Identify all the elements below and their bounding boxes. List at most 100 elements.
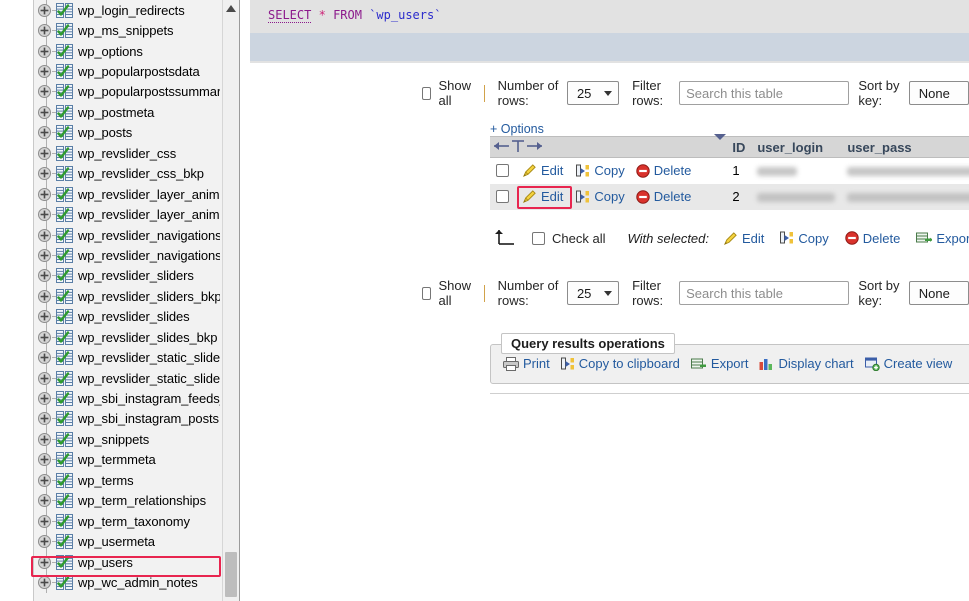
copy-label[interactable]: Copy [594,189,624,204]
expand-node-icon[interactable] [38,24,51,38]
sidebar-table-name-wrap[interactable]: wp_usermeta [78,534,155,549]
expand-node-icon[interactable] [38,248,51,262]
sidebar-table-item[interactable]: wp_revslider_sliders [34,265,220,287]
sidebar-table-name-wrap[interactable]: wp_term_relationships [78,493,206,508]
sidebar-table-name-wrap[interactable]: wp_revslider_css [78,146,176,161]
sidebar-table-item[interactable]: wp_revslider_navigations_ [34,245,220,267]
sidebar-table-item[interactable]: wp_revslider_layer_animat [34,204,220,226]
sidebar-table-item[interactable]: wp_revslider_css_bkp [34,163,220,185]
show-all-checkbox-top[interactable] [422,86,432,100]
sidebar-table-item[interactable]: wp_revslider_static_slides [34,367,220,389]
sidebar-table-name-wrap[interactable]: wp_postmeta [78,105,154,120]
sidebar-table-item[interactable]: wp_sbi_instagram_posts [34,408,220,430]
expand-node-icon[interactable] [38,187,51,201]
scroll-up-arrow-icon[interactable] [223,0,239,16]
expand-node-icon[interactable] [38,412,51,426]
sidebar-table-item[interactable]: wp_posts [34,122,220,144]
row-copy-action[interactable]: Copy [576,189,625,204]
create-view-action[interactable]: Create view [864,356,952,371]
delete-label[interactable]: Delete [654,189,692,204]
sidebar-table-item[interactable]: wp_users [34,551,220,573]
row-select-checkbox[interactable] [496,164,509,178]
sidebar-table-name-wrap[interactable]: wp_term_taxonomy [78,514,190,529]
with-selected-delete[interactable]: Delete [845,231,901,246]
column-header-id[interactable]: ID [726,136,752,158]
expand-node-icon[interactable] [38,228,51,242]
expand-node-icon[interactable] [38,494,51,508]
sidebar-table-name-wrap[interactable]: wp_users [78,555,133,570]
select-all-arrow-icon[interactable] [490,228,518,248]
expand-node-icon[interactable] [38,575,51,589]
expand-node-icon[interactable] [38,208,51,222]
copy-to-clipboard-action[interactable]: Copy to clipboard [560,356,680,371]
expand-node-icon[interactable] [38,146,51,160]
sidebar-table-item[interactable]: wp_terms [34,470,220,491]
options-toggle-link[interactable]: + Options [490,122,544,136]
expand-node-icon[interactable] [38,310,51,324]
copy-label[interactable]: Copy [594,163,624,178]
sidebar-table-name-wrap[interactable]: wp_revslider_layer_animat [78,207,220,222]
edit-label[interactable]: Edit [541,163,563,178]
sidebar-table-name-wrap[interactable]: wp_revslider_navigations [78,228,220,243]
expand-node-icon[interactable] [38,514,51,528]
sidebar-table-item[interactable]: wp_revslider_navigations [34,224,220,246]
sidebar-table-name-wrap[interactable]: wp_snippets [78,432,149,447]
expand-node-icon[interactable] [38,535,51,549]
expand-node-icon[interactable] [38,371,51,385]
with-selected-copy[interactable]: Copy [780,231,829,246]
sidebar-table-name-wrap[interactable]: wp_ms_snippets [78,23,174,38]
sidebar-table-name-wrap[interactable]: wp_options [78,44,143,59]
sidebar-table-item[interactable]: wp_revslider_slides_bkp [34,327,220,348]
expand-node-icon[interactable] [38,392,51,406]
sidebar-table-name-wrap[interactable]: wp_revslider_slides [78,309,190,324]
sidebar-table-item[interactable]: wp_termmeta [34,449,220,471]
sidebar-table-item[interactable]: wp_login_redirects [34,0,220,21]
with-selected-edit[interactable]: Edit [723,231,764,246]
sidebar-table-name-wrap[interactable]: wp_wc_admin_notes [78,575,198,590]
edit-label[interactable]: Edit [541,189,563,204]
row-edit-action-highlighted[interactable]: Edit [522,189,563,204]
sidebar-table-name-wrap[interactable]: wp_posts [78,125,132,140]
expand-node-icon[interactable] [38,167,51,181]
row-edit-action[interactable]: Edit [522,163,563,178]
row-copy-action[interactable]: Copy [576,163,625,178]
filter-rows-input-top[interactable] [679,81,850,105]
sidebar-table-name-wrap[interactable]: wp_popularpostsdata [78,64,200,79]
row-select-checkbox[interactable] [496,190,509,203]
sidebar-table-item[interactable]: wp_revslider_css [34,143,220,164]
delete-label[interactable]: Delete [654,163,692,178]
expand-node-icon[interactable] [38,269,51,283]
expand-node-icon[interactable] [38,555,51,569]
sidebar-table-item[interactable]: wp_wc_admin_notes [34,572,220,594]
sidebar-table-item[interactable]: wp_popularpostsdata [34,61,220,83]
sidebar-table-item[interactable]: wp_snippets [34,429,220,451]
with-selected-export-label[interactable]: Export [936,231,969,246]
sidebar-table-item[interactable]: wp_options [34,40,220,62]
sort-descending-icon[interactable] [714,133,727,155]
sidebar-table-name-wrap[interactable]: wp_sbi_instagram_feeds_ [78,391,220,406]
sidebar-table-item[interactable]: wp_sbi_instagram_feeds_ [34,388,220,410]
sidebar-table-item[interactable]: wp_postmeta [34,102,220,124]
sidebar-table-name-wrap[interactable]: wp_popularpostssummary [78,84,220,99]
export-label[interactable]: Export [711,356,749,371]
expand-node-icon[interactable] [38,44,51,58]
sql-query-text[interactable]: SELECT * FROM `wp_users` [268,8,441,23]
sidebar-table-name-wrap[interactable]: wp_revslider_sliders_bkp [78,289,220,304]
display-chart-label[interactable]: Display chart [778,356,853,371]
sidebar-table-item[interactable]: wp_term_taxonomy [34,510,220,532]
sidebar-table-item[interactable]: wp_revslider_sliders_bkp [34,286,220,308]
sidebar-table-name-wrap[interactable]: wp_revslider_slides_bkp [78,330,217,345]
sidebar-table-name-wrap[interactable]: wp_revslider_sliders [78,268,194,283]
with-selected-delete-label[interactable]: Delete [863,231,901,246]
export-action[interactable]: Export [690,356,749,371]
show-all-checkbox-bottom[interactable] [422,286,432,300]
expand-node-icon[interactable] [38,432,51,446]
sidebar-table-name-wrap[interactable]: wp_sbi_instagram_posts [78,411,219,426]
table-tree-list[interactable]: wp_login_redirects wp_ms_snippets wp_optio… [34,0,220,601]
column-header-user-login[interactable]: user_login [751,136,842,158]
expand-node-icon[interactable] [38,473,51,487]
sort-by-key-select-top[interactable]: None [908,81,969,105]
expand-node-icon[interactable] [38,289,51,303]
number-of-rows-select-bottom[interactable]: 25 [566,281,619,305]
expand-node-icon[interactable] [38,126,51,140]
